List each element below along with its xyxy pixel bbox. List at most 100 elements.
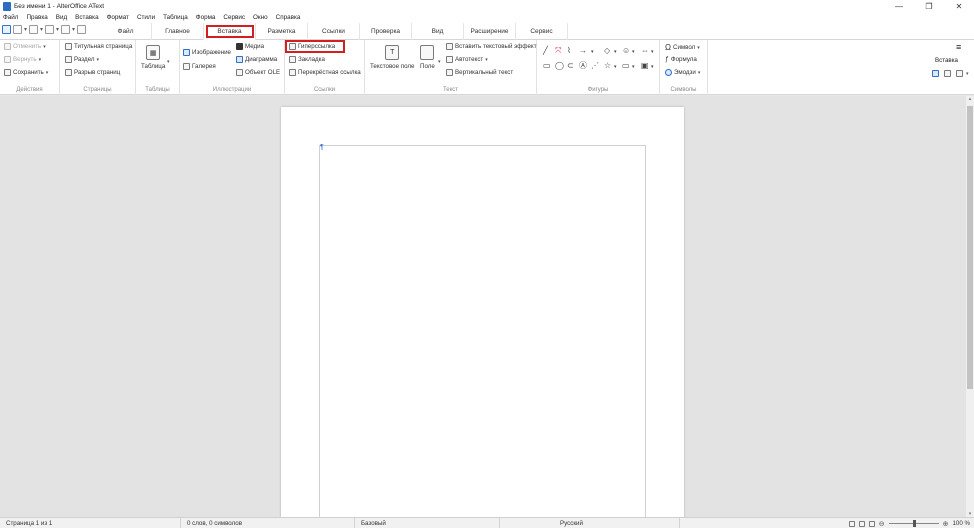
chevron-down-icon[interactable]: ▾ <box>614 48 617 56</box>
scroll-up-icon[interactable]: ▴ <box>966 96 974 102</box>
zoom-slider-knob[interactable] <box>912 520 916 527</box>
menu-table[interactable]: Таблица <box>163 14 188 21</box>
fontwork-button[interactable]: Вставить текстовый эффект <box>446 43 537 50</box>
chevron-down-icon[interactable]: ▾ <box>966 71 969 77</box>
stars-shape-icon[interactable]: ☆ <box>604 62 611 70</box>
open-folder-icon[interactable] <box>13 25 22 34</box>
tab-layout[interactable]: Разметка <box>256 23 308 40</box>
menu-form[interactable]: Форма <box>196 14 216 21</box>
chevron-down-icon[interactable]: ▾ <box>40 26 43 33</box>
chevron-down-icon[interactable]: ▾ <box>24 26 27 33</box>
connector-shape-icon[interactable]: ⋰ <box>591 62 599 70</box>
menu-edit[interactable]: Правка <box>26 14 47 21</box>
new-document-icon[interactable] <box>2 25 11 34</box>
save-button[interactable]: Сохранить ▾ <box>4 69 48 76</box>
basic-shapes-icon[interactable]: ◇ <box>604 47 610 55</box>
menu-styles[interactable]: Стили <box>137 14 155 21</box>
autotext-button[interactable]: Автотекст ▾ <box>446 56 488 63</box>
ole-object-button[interactable]: Объект OLE <box>236 69 280 76</box>
image-button[interactable]: Изображение <box>183 49 231 56</box>
chevron-down-icon[interactable]: ▾ <box>632 48 635 56</box>
zoom-out-icon[interactable]: ⊖ <box>879 520 885 528</box>
save-icon[interactable] <box>29 25 39 34</box>
arrow-shape-icon[interactable]: → <box>579 47 587 55</box>
chevron-down-icon[interactable]: ▾ <box>632 63 635 71</box>
text-shape-icon[interactable]: Ⓐ <box>579 62 587 70</box>
textbox-button[interactable]: T Текстовое поле <box>370 45 414 70</box>
page-style[interactable]: Базовый <box>355 517 500 528</box>
menu-help[interactable]: Справка <box>276 14 301 21</box>
section-button[interactable]: Раздел ▾ <box>65 56 99 63</box>
tab-view[interactable]: Вид <box>412 23 464 40</box>
close-button[interactable]: ✕ <box>944 0 974 12</box>
menu-format[interactable]: Формат <box>107 14 129 21</box>
minimize-button[interactable]: — <box>884 0 914 12</box>
curve-shape-icon[interactable]: ⤧ <box>555 47 561 55</box>
chevron-down-icon[interactable]: ▾ <box>591 48 594 56</box>
single-page-view-icon[interactable] <box>848 520 855 527</box>
formula-button[interactable]: ƒ Формула <box>665 56 697 63</box>
gallery-button[interactable]: Галерея <box>183 63 216 70</box>
flowchart-shape-icon[interactable]: ▣ <box>641 62 649 70</box>
insert-chart-icon[interactable] <box>944 70 951 77</box>
tab-extensions[interactable]: Расширение <box>464 23 516 40</box>
page-break-button[interactable]: Разрыв страниц <box>65 69 120 76</box>
undo-button[interactable]: Отменить ▾ <box>4 43 46 50</box>
tab-review[interactable]: Проверка <box>360 23 412 40</box>
bookmark-button[interactable]: Закладка <box>289 56 325 63</box>
zoom-slider[interactable] <box>888 520 939 527</box>
vertical-text-button[interactable]: Вертикальный текст <box>446 69 513 76</box>
multi-page-view-icon[interactable] <box>858 520 865 527</box>
hamburger-menu-icon[interactable]: ≡ <box>956 42 961 52</box>
group-label-tables: Таблицы <box>145 87 170 93</box>
chevron-down-icon[interactable]: ▾ <box>72 26 75 33</box>
symbol-shapes-icon[interactable]: ☺ <box>622 47 630 55</box>
title-page-button[interactable]: Титульная страница <box>65 43 132 50</box>
rectangle-shape-icon[interactable]: ▭ <box>543 62 551 70</box>
chevron-down-icon[interactable]: ▾ <box>167 59 170 65</box>
tab-references[interactable]: Ссылки <box>308 23 360 40</box>
freeform-shape-icon[interactable]: ⊂ <box>567 62 574 70</box>
line-shape-icon[interactable]: ╱ <box>543 47 548 55</box>
emoji-button[interactable]: Эмодзи ▾ <box>665 69 700 76</box>
document-page[interactable]: ¶ <box>281 107 684 517</box>
field-button[interactable]: Поле <box>420 45 435 70</box>
media-button[interactable]: Медиа <box>236 43 264 50</box>
scrollbar-thumb[interactable] <box>967 106 973 389</box>
vertical-scrollbar[interactable]: ▴ ▾ <box>966 96 974 517</box>
print-icon[interactable] <box>77 25 87 34</box>
insert-table-icon[interactable] <box>956 70 963 77</box>
menu-file[interactable]: Файл <box>3 14 18 21</box>
chart-button[interactable]: Диаграмма <box>236 56 277 63</box>
callout-shape-icon[interactable]: ▭ <box>622 62 630 70</box>
ellipse-shape-icon[interactable]: ◯ <box>555 62 564 70</box>
menu-window[interactable]: Окно <box>253 14 268 21</box>
symbol-button[interactable]: Ω Символ ▾ <box>665 43 700 52</box>
menu-view[interactable]: Вид <box>56 14 67 21</box>
chevron-down-icon[interactable]: ▾ <box>651 48 654 56</box>
chevron-down-icon[interactable]: ▾ <box>56 26 59 33</box>
undo-icon[interactable] <box>45 25 55 34</box>
zoom-in-icon[interactable]: ⊕ <box>943 520 949 528</box>
language[interactable]: Русский <box>500 517 680 528</box>
tab-tools[interactable]: Сервис <box>516 23 568 40</box>
chevron-down-icon[interactable]: ▾ <box>651 63 654 71</box>
hyperlink-button[interactable]: Гиперссылка <box>289 43 335 50</box>
zoom-level[interactable]: 100 % <box>952 520 970 527</box>
menu-tools[interactable]: Сервис <box>223 14 245 21</box>
tab-insert[interactable]: Вставка <box>204 23 256 40</box>
chevron-down-icon[interactable]: ▾ <box>614 63 617 71</box>
tab-home[interactable]: Главное <box>152 23 204 40</box>
menu-insert[interactable]: Вставка <box>75 14 98 21</box>
tab-file[interactable]: Файл <box>100 23 152 40</box>
insert-image-icon[interactable] <box>932 70 939 77</box>
redo-button[interactable]: Вернуть ▾ <box>4 56 41 63</box>
cross-reference-button[interactable]: Перекрёстная ссылка <box>289 69 361 76</box>
block-arrows-icon[interactable]: ⇔ <box>641 47 649 55</box>
redo-icon[interactable] <box>61 25 71 34</box>
polygon-shape-icon[interactable]: ⌇ <box>567 47 571 55</box>
table-button[interactable]: ▦ Таблица <box>141 45 165 70</box>
maximize-button[interactable]: ❐ <box>914 0 944 12</box>
book-view-icon[interactable] <box>868 520 875 527</box>
chevron-down-icon[interactable]: ▾ <box>438 59 441 65</box>
